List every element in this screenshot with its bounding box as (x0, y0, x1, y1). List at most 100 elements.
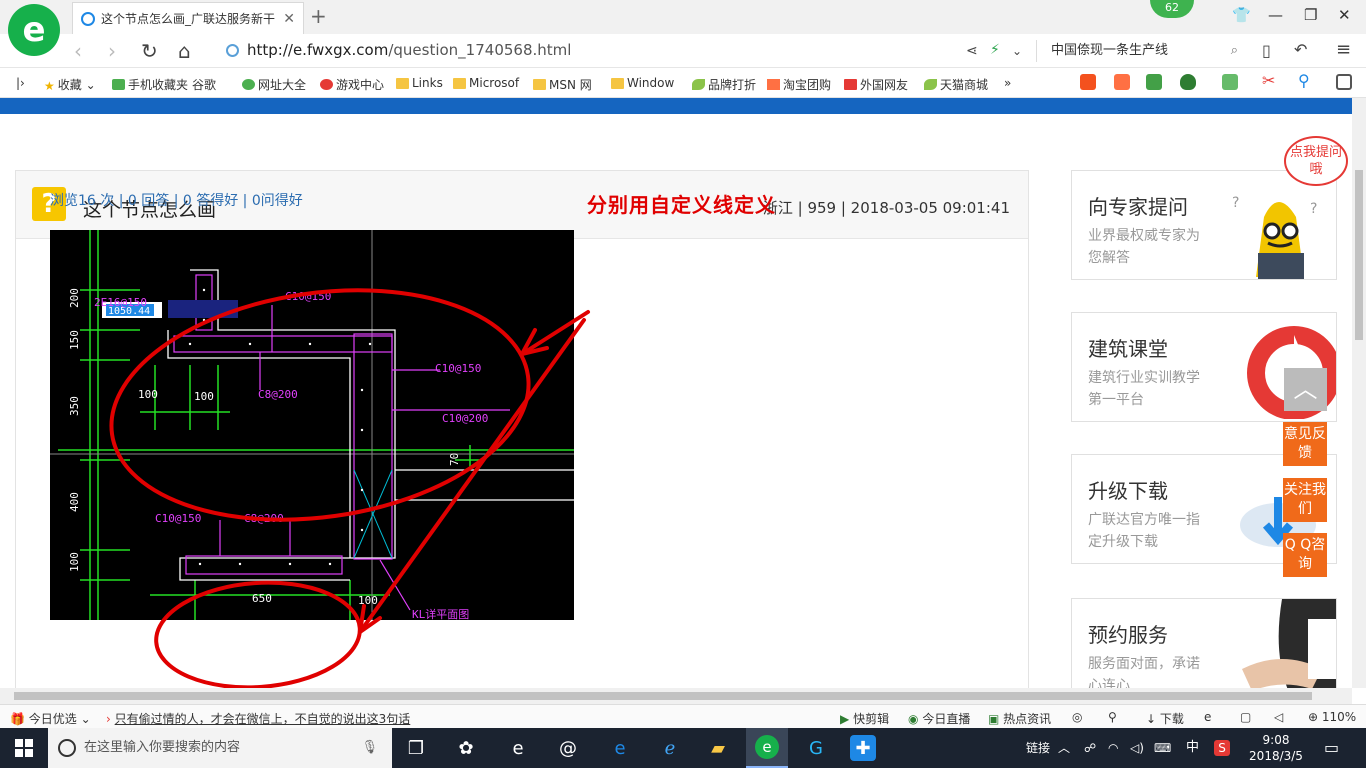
qq-consult-button[interactable]: Q Q咨询 (1283, 533, 1327, 577)
accelerate-icon[interactable]: ◎ (1072, 710, 1082, 724)
bookmark-foreign[interactable]: 外国网友 (844, 76, 908, 93)
browser-taskbar-icon[interactable]: e (746, 728, 788, 768)
microphone-icon[interactable]: 🎙 (361, 728, 378, 768)
maximize-icon[interactable]: ❐ (1304, 6, 1317, 24)
dropdown-icon[interactable]: ⌄ (1012, 44, 1022, 58)
tray-volume-icon[interactable]: ◁) (1130, 728, 1144, 768)
tray-keyboard-icon[interactable]: ⌨ (1154, 728, 1171, 768)
apps-grid-icon[interactable] (1336, 74, 1352, 90)
tray-ime[interactable]: 中 (1186, 728, 1199, 768)
search-text: 中国倷现一条生产线 (1051, 43, 1169, 58)
refresh-icon[interactable]: ↻ (141, 39, 158, 63)
file-explorer-icon[interactable]: ▰ (702, 732, 734, 764)
discount-extension-icon[interactable] (1114, 74, 1130, 90)
swirl-app-icon[interactable]: @ (552, 732, 584, 764)
hot-news-item[interactable]: ▣ 热点资讯 (988, 710, 1051, 727)
sidebar-toggle-icon[interactable]: |› (16, 76, 25, 90)
bookmark-brand-sale[interactable]: 品牌打折 (692, 76, 756, 93)
plus-app-icon[interactable]: ✚ (850, 735, 876, 761)
active-tab[interactable]: 这个节点怎么画_广联达服务新干 ✕ (72, 2, 304, 34)
tray-sogou-icon[interactable]: S (1214, 728, 1230, 768)
back-icon[interactable]: ‹ (74, 39, 82, 63)
bookmark-msn[interactable]: MSN 网 (533, 76, 592, 93)
scissors-icon[interactable]: ✂ (1262, 73, 1278, 90)
bookmark-microsoft[interactable]: Microsof (453, 76, 519, 90)
bookmark-links[interactable]: Links (396, 76, 443, 90)
window-close-icon[interactable]: ✕ (1338, 6, 1351, 24)
shield-extension-icon[interactable] (1180, 74, 1196, 90)
zoom-level[interactable]: ⊕ 110% (1308, 710, 1356, 724)
pin-icon[interactable]: ⚲ (1108, 710, 1117, 724)
notification-badge[interactable]: 62 (1150, 0, 1194, 18)
tray-link[interactable]: 链接 (1026, 728, 1050, 768)
bookmark-mobile[interactable]: 手机收藏夹 (112, 76, 188, 93)
ie-icon[interactable]: ℯ (654, 732, 686, 764)
sidebar-card-ask-expert[interactable]: 向专家提问 业界最权威专家为您解答 ? ? (1071, 170, 1337, 280)
speaker-icon: › (106, 712, 111, 726)
edge-e-icon[interactable]: e (502, 732, 534, 764)
vertical-scroll-thumb[interactable] (1355, 170, 1363, 340)
follow-us-button[interactable]: 关注我们 (1283, 478, 1327, 522)
minimize-icon[interactable]: — (1268, 6, 1283, 24)
bookmark-taobao[interactable]: 淘宝团购 (767, 76, 831, 93)
forward-icon[interactable]: › (108, 39, 116, 63)
cad-drawing-image[interactable]: 1050.44 C10@150 C10@150 C10@200 C8@200 C… (50, 230, 574, 620)
mute-icon[interactable]: ◁ (1274, 710, 1283, 724)
bookmark-google[interactable]: 谷歌 (192, 76, 216, 185)
tab-close-icon[interactable]: ✕ (283, 11, 295, 27)
undo-icon[interactable]: ↶ (1294, 40, 1307, 59)
back-to-top-icon[interactable]: ︿ (1284, 368, 1327, 411)
book-extension-icon[interactable] (1146, 74, 1162, 90)
glodon-icon[interactable]: G (800, 732, 832, 764)
more-bookmarks-icon[interactable]: » (1004, 76, 1011, 90)
sidebar-card-desc: 服务面对面，承诺心连心 (1088, 656, 1200, 688)
home-icon[interactable]: ⌂ (178, 39, 191, 63)
magnifier-extension-icon[interactable]: ⚲ (1298, 73, 1314, 90)
phone-icon[interactable]: ▯ (1262, 41, 1271, 60)
horizontal-scrollbar[interactable] (0, 688, 1352, 704)
translate-extension-icon[interactable] (1222, 74, 1238, 90)
speed-mode-icon[interactable]: ⚡ (990, 42, 1000, 58)
bookmark-site-nav[interactable]: 网址大全 (242, 76, 306, 93)
vertical-scrollbar[interactable] (1352, 98, 1366, 688)
cad-dim-70: 70 (448, 453, 461, 466)
tray-wifi-icon[interactable]: ◠ (1108, 728, 1118, 768)
url-field[interactable]: http://e.fwxgx.com/question_1740568.html (226, 41, 571, 59)
window-mode-icon[interactable]: ▢ (1240, 710, 1251, 724)
ask-bubble[interactable]: 点我提问哦 (1284, 136, 1348, 186)
fan-app-icon[interactable]: ✿ (450, 732, 482, 764)
cortana-icon (58, 739, 76, 757)
ie-mode-icon[interactable]: e (1204, 710, 1211, 724)
menu-icon[interactable]: ≡ (1336, 39, 1351, 60)
tray-clock[interactable]: 9:08 2018/3/5 (1248, 728, 1304, 768)
share-icon[interactable]: ⋖ (966, 43, 978, 59)
browser-logo-icon[interactable]: e (8, 4, 60, 56)
task-view-icon[interactable]: ❐ (400, 732, 432, 764)
bookmark-favorites[interactable]: ★ 收藏 ⌄ (44, 76, 96, 94)
bookmark-tmall[interactable]: 天猫商城 (924, 76, 988, 93)
horizontal-scroll-thumb[interactable] (14, 692, 1312, 700)
download-item[interactable]: ↓ 下载 (1146, 710, 1184, 727)
cad-dim-150: 150 (68, 330, 81, 350)
bookmark-windows[interactable]: Window (611, 76, 674, 90)
quick-edit-item[interactable]: ▶ 快剪辑 (840, 710, 889, 727)
today-picks[interactable]: 🎁 今日优选 ⌄ (10, 710, 91, 727)
bookmark-games[interactable]: 游戏中心 (320, 76, 384, 93)
shirt-icon[interactable]: 👕 (1232, 6, 1251, 24)
edge-icon[interactable]: e (604, 732, 636, 764)
tray-expand-icon[interactable]: ︿ (1058, 728, 1070, 768)
search-input[interactable]: 中国倷现一条生产线 ⌕ (1036, 40, 1244, 62)
sidebar-card-appointment[interactable]: 预约服务 服务面对面，承诺心连心 (1071, 598, 1337, 688)
feedback-button[interactable]: 意见反馈 (1283, 422, 1327, 466)
notification-center-icon[interactable]: ▭ (1324, 728, 1339, 768)
taskbar-search-input[interactable]: 在这里输入你要搜索的内容 🎙 (48, 728, 392, 768)
tray-network-share-icon[interactable]: ☍ (1084, 728, 1096, 768)
search-icon[interactable]: ⌕ (1231, 40, 1238, 62)
tray-date: 2018/3/5 (1249, 749, 1303, 763)
news-ticker[interactable]: › 只有偷过情的人，才会在微信上，不自觉的说出这3句话 (106, 710, 410, 727)
live-today-item[interactable]: ◉ 今日直播 (908, 710, 970, 727)
windows-start-icon[interactable] (8, 732, 40, 764)
tv-extension-icon[interactable] (1080, 74, 1096, 90)
new-tab-icon[interactable]: + (310, 4, 327, 28)
cad-dim-100-a: 100 (138, 388, 158, 401)
